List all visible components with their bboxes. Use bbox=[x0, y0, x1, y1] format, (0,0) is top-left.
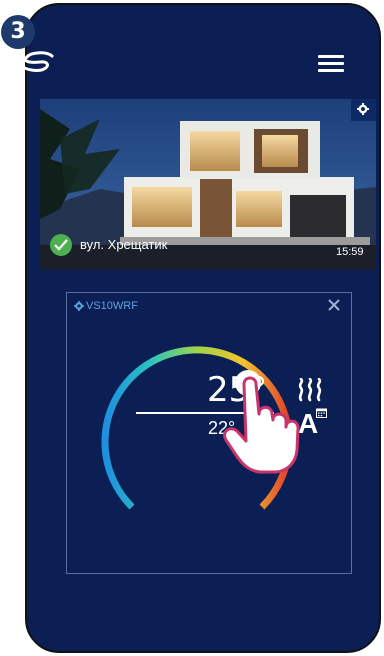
step-number-badge: 3 bbox=[1, 15, 35, 49]
pointing-hand-icon bbox=[223, 376, 300, 474]
